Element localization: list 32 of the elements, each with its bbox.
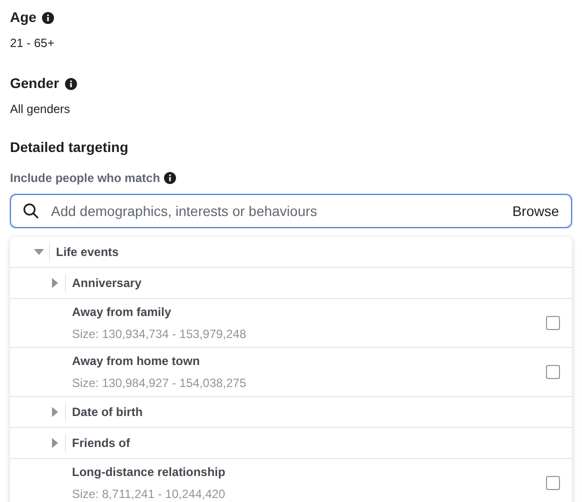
audience-size: Size: 8,711,241 - 10,244,420: [72, 486, 226, 502]
field-label: Age: [10, 8, 36, 27]
item-label: Away from family: [72, 304, 172, 321]
tree-item[interactable]: Anniversary: [10, 268, 572, 299]
checkbox[interactable]: [546, 365, 560, 379]
item-label: Friends of: [72, 435, 130, 452]
audience-size: Size: 130,984,927 - 154,038,275: [72, 375, 246, 392]
tree-item[interactable]: Life events: [10, 237, 572, 268]
audience-size: Size: 130,934,734 - 153,979,248: [72, 326, 246, 343]
item-label: Away from home town: [72, 353, 201, 370]
field-label: Gender: [10, 74, 60, 93]
info-icon[interactable]: [164, 172, 176, 184]
checkbox[interactable]: [546, 476, 560, 490]
info-icon[interactable]: [42, 12, 54, 24]
search-icon: [23, 203, 39, 219]
info-icon[interactable]: [65, 78, 78, 90]
browse-button[interactable]: Browse: [512, 200, 559, 222]
item-label: Anniversary: [72, 275, 142, 292]
tree-item[interactable]: Date of birth: [10, 397, 572, 428]
item-label: Life events: [56, 244, 119, 261]
tree-option[interactable]: Away from home town Size: 130,984,927 - 154,038,275: [10, 348, 572, 397]
checkbox[interactable]: [546, 316, 560, 330]
tree-option[interactable]: Away from family Size: 130,934,734 - 153,979,248: [10, 299, 572, 348]
search-field[interactable]: Add demographics, interests or behaviours Browse: [10, 194, 572, 228]
field-value: All genders: [10, 101, 72, 118]
item-label: Date of birth: [72, 404, 143, 421]
field-value: 21 - 65+: [10, 35, 56, 52]
tree-option[interactable]: Long-distance relationship Size: 8,711,241 - 10,244,420: [10, 459, 572, 502]
section-title: Detailed targeting: [10, 138, 130, 157]
tree-item[interactable]: Friends of: [10, 428, 572, 459]
hint-text: Include people who match: [10, 170, 160, 187]
item-label: Long-distance relationship: [72, 464, 226, 481]
